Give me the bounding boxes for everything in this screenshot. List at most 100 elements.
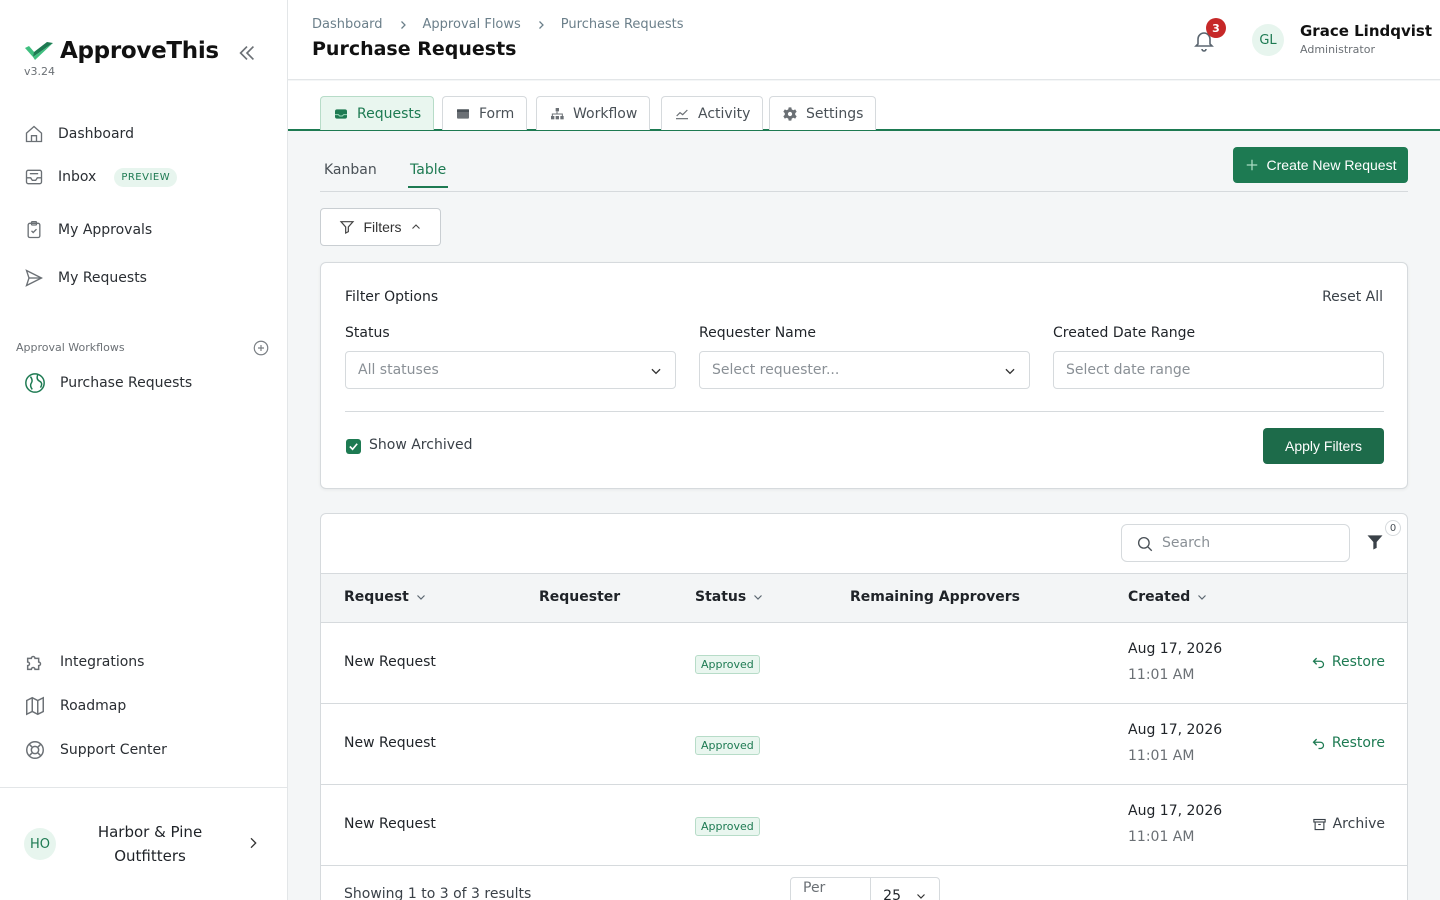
- created-time: 11:01 AM: [1128, 667, 1195, 683]
- user-role: Administrator: [1300, 43, 1375, 56]
- created-time: 11:01 AM: [1128, 829, 1195, 845]
- filter-panel: Filter Options Reset All Status All stat…: [320, 262, 1408, 489]
- filter-panel-title: Filter Options: [345, 289, 439, 305]
- nav-support-center[interactable]: Support Center: [24, 739, 167, 761]
- nav-support-label: Support Center: [60, 742, 167, 758]
- table-row[interactable]: New Request Approved Aug 17, 2026 11:01 …: [321, 623, 1407, 704]
- workflow-item-purchase-requests[interactable]: Purchase Requests: [24, 372, 192, 394]
- status-badge: Approved: [695, 736, 760, 755]
- gear-icon: [783, 106, 797, 121]
- per-page-value[interactable]: 25: [871, 888, 939, 900]
- nav-my-requests-label: My Requests: [58, 270, 147, 286]
- chevron-down-icon: [1005, 368, 1015, 375]
- archive-label: Archive: [1332, 816, 1385, 832]
- collapse-sidebar-icon[interactable]: [236, 42, 258, 64]
- nav-my-approvals[interactable]: My Approvals: [24, 220, 152, 240]
- puzzle-icon: [26, 655, 42, 671]
- chevron-up-icon: [411, 224, 420, 229]
- tab-requests-label: Requests: [357, 105, 422, 122]
- created-date: Aug 17, 2026: [1128, 722, 1223, 738]
- archive-button[interactable]: Archive: [1312, 816, 1385, 832]
- view-tab-kanban[interactable]: Kanban: [324, 162, 377, 186]
- top-header: Dashboard Approval Flows Purchase Reques…: [288, 0, 1440, 80]
- funnel-icon: [340, 221, 355, 234]
- created-date: Aug 17, 2026: [1128, 641, 1223, 657]
- breadcrumb: Dashboard Approval Flows Purchase Reques…: [312, 17, 684, 32]
- create-new-request-label: Create New Request: [1266, 157, 1397, 173]
- org-switcher[interactable]: HO Harbor & Pine Outfitters: [0, 800, 287, 890]
- apply-filters-button[interactable]: Apply Filters: [1263, 428, 1384, 464]
- request-name[interactable]: New Request: [344, 735, 436, 751]
- status-badge: Approved: [695, 655, 760, 674]
- brand-logo[interactable]: ApproveThis: [24, 38, 219, 64]
- nav-inbox[interactable]: Inbox PREVIEW: [24, 167, 178, 187]
- tab-workflow[interactable]: Workflow: [536, 96, 651, 130]
- status-filter-label: Status: [345, 325, 390, 341]
- tab-form[interactable]: Form: [442, 96, 528, 130]
- column-created-label: Created: [1128, 589, 1191, 605]
- tab-settings-label: Settings: [806, 105, 864, 122]
- chevron-right-icon: [400, 20, 406, 29]
- org-name: Harbor & Pine Outfitters: [97, 823, 203, 865]
- search-input[interactable]: Search: [1121, 524, 1350, 562]
- show-archived-label[interactable]: Show Archived: [369, 437, 473, 453]
- column-remaining-label: Remaining Approvers: [850, 589, 1020, 605]
- table-row[interactable]: New Request Approved Aug 17, 2026 11:01 …: [321, 704, 1407, 785]
- per-page-select[interactable]: Per page 25: [790, 877, 940, 900]
- status-badge: Approved: [695, 817, 760, 836]
- nav-inbox-label: Inbox: [58, 169, 97, 185]
- restore-button[interactable]: Restore: [1311, 735, 1385, 751]
- filters-toggle-button[interactable]: Filters: [320, 208, 441, 246]
- workflow-icon: [551, 107, 564, 119]
- tab-activity[interactable]: Activity: [661, 96, 764, 130]
- workflows-section-label: Approval Workflows: [16, 341, 125, 354]
- nav-my-requests[interactable]: My Requests: [24, 268, 147, 288]
- notification-count-badge: 3: [1206, 18, 1226, 38]
- tab-form-label: Form: [479, 105, 515, 122]
- search-icon: [1137, 536, 1153, 552]
- table-header: Request Requester Status Remaining Appro…: [321, 573, 1407, 623]
- restore-label: Restore: [1331, 735, 1385, 751]
- undo-icon: [1312, 657, 1324, 668]
- tab-settings[interactable]: Settings: [769, 96, 877, 130]
- view-tab-table[interactable]: Table: [408, 162, 449, 188]
- reset-all-link[interactable]: Reset All: [1322, 289, 1383, 305]
- created-time: 11:01 AM: [1128, 748, 1195, 764]
- user-name: Grace Lindqvist: [1300, 22, 1432, 40]
- breadcrumb-approval-flows[interactable]: Approval Flows: [423, 17, 521, 32]
- nav-dashboard[interactable]: Dashboard: [24, 124, 134, 144]
- nav-integrations[interactable]: Integrations: [24, 651, 144, 673]
- table-row[interactable]: New Request Approved Aug 17, 2026 11:01 …: [321, 785, 1407, 866]
- request-name[interactable]: New Request: [344, 654, 436, 670]
- show-archived-checkbox[interactable]: [346, 439, 361, 454]
- requester-select[interactable]: Select requester...: [699, 351, 1030, 389]
- add-workflow-icon[interactable]: [252, 339, 270, 357]
- date-range-input[interactable]: Select date range: [1053, 351, 1384, 389]
- plus-icon: [1246, 159, 1257, 171]
- user-avatar[interactable]: GL: [1252, 24, 1284, 56]
- sidebar: ApproveThis v3.24 Dashboard Inbox PREVIE…: [0, 0, 288, 900]
- tab-requests[interactable]: Requests: [320, 96, 435, 130]
- column-request[interactable]: Request: [344, 589, 427, 605]
- status-select[interactable]: All statuses: [345, 351, 676, 389]
- map-icon: [26, 696, 44, 716]
- column-status[interactable]: Status: [695, 589, 764, 605]
- requester-select-value: Select requester...: [712, 362, 840, 378]
- archive-box-icon: [1312, 818, 1326, 830]
- page-title: Purchase Requests: [312, 38, 517, 60]
- create-new-request-button[interactable]: Create New Request: [1233, 147, 1408, 183]
- column-request-label: Request: [344, 589, 409, 605]
- request-name[interactable]: New Request: [344, 816, 436, 832]
- restore-button[interactable]: Restore: [1311, 654, 1385, 670]
- tab-activity-label: Activity: [698, 105, 751, 122]
- breadcrumb-dashboard[interactable]: Dashboard: [312, 17, 383, 32]
- inbox-icon: [25, 169, 43, 185]
- send-icon: [25, 269, 43, 287]
- nav-dashboard-label: Dashboard: [58, 126, 134, 142]
- funnel-filter-icon[interactable]: [1365, 532, 1385, 552]
- breadcrumb-purchase-requests[interactable]: Purchase Requests: [561, 17, 684, 32]
- nav-roadmap[interactable]: Roadmap: [24, 695, 126, 717]
- globe-icon: [25, 373, 45, 393]
- column-created[interactable]: Created: [1128, 589, 1208, 605]
- chevron-down-icon: [416, 595, 425, 600]
